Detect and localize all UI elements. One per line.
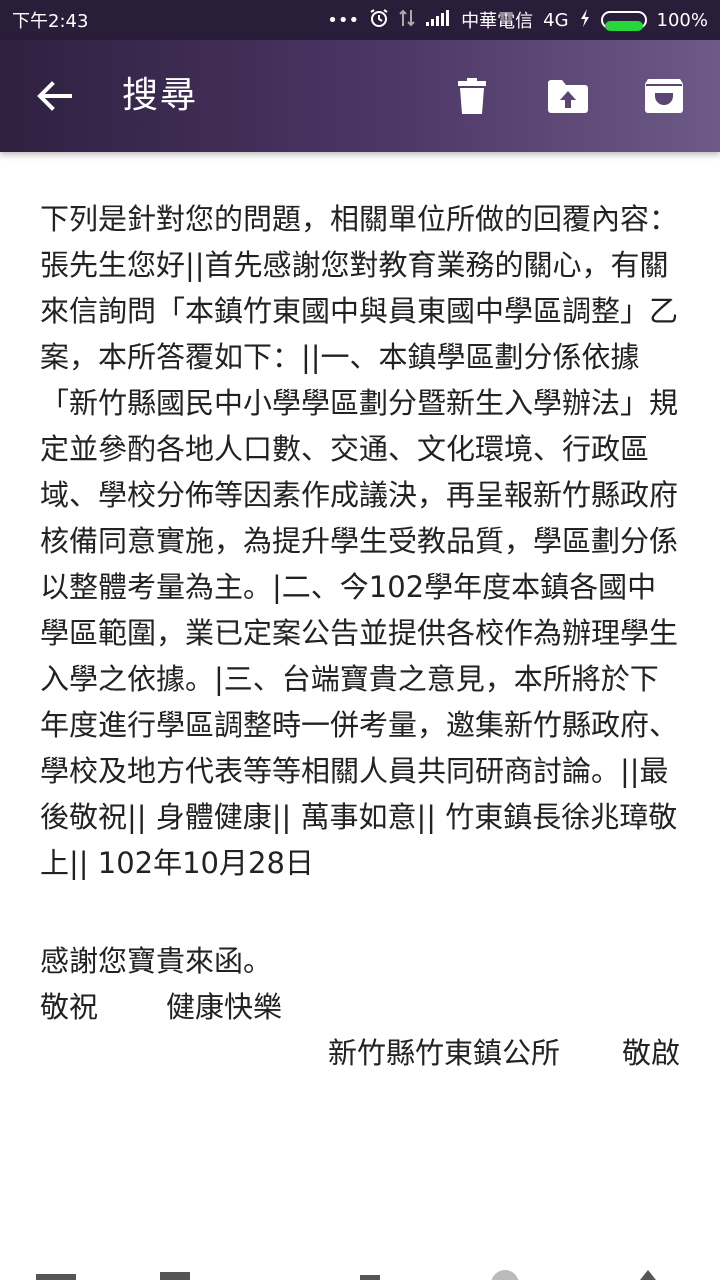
folder-upload-icon — [548, 80, 588, 113]
move-to-folder-button[interactable] — [544, 72, 592, 120]
thanks-line: 感謝您寶貴來函。 — [40, 944, 273, 978]
signoff-line: 新竹縣竹東鎮公所 敬啟 — [40, 1030, 680, 1076]
back-button[interactable] — [30, 72, 78, 120]
regards-lead: 敬祝 — [40, 990, 99, 1024]
regards-line: 敬祝 健康快樂 — [40, 984, 680, 1030]
status-time: 下午2:43 — [12, 11, 89, 32]
archive-button[interactable] — [640, 72, 688, 120]
battery-icon — [600, 11, 647, 31]
page-title: 搜尋 — [122, 75, 199, 116]
battery-level — [604, 21, 643, 31]
message-body: 張先生您好||首先感謝您對教育業務的關心，有關來信詢問「本鎮竹東國中與員東國中學… — [40, 248, 679, 880]
archive-icon — [645, 79, 683, 113]
more-notifications-icon: ••• — [327, 9, 360, 31]
app-bar: 搜尋 — [0, 40, 720, 152]
closing-word: 敬啟 — [621, 1036, 680, 1070]
alarm-icon — [369, 8, 389, 33]
status-bar: 下午2:43 ••• 中華電信 4G 100% — [0, 0, 720, 40]
next-content-peek — [0, 1262, 720, 1280]
status-indicators: ••• 中華電信 4G 100% — [327, 7, 708, 33]
battery-percent: 100% — [656, 9, 708, 31]
trash-icon — [458, 78, 486, 114]
charging-icon — [579, 8, 591, 33]
data-transfer-icon — [399, 8, 415, 33]
carrier-name: 中華電信 — [461, 11, 534, 32]
sender-name: 新竹縣竹東鎮公所 — [327, 1036, 560, 1070]
message-intro: 下列是針對您的問題，相關單位所做的回覆內容： — [40, 202, 679, 236]
network-type: 4G — [543, 9, 569, 31]
delete-button[interactable] — [448, 72, 496, 120]
arrow-back-icon — [37, 81, 72, 111]
message-content: 下列是針對您的問題，相關單位所做的回覆內容： 張先生您好||首先感謝您對教育業務… — [40, 196, 680, 1076]
regards-wish: 健康快樂 — [166, 990, 283, 1024]
signal-icon — [425, 9, 451, 32]
